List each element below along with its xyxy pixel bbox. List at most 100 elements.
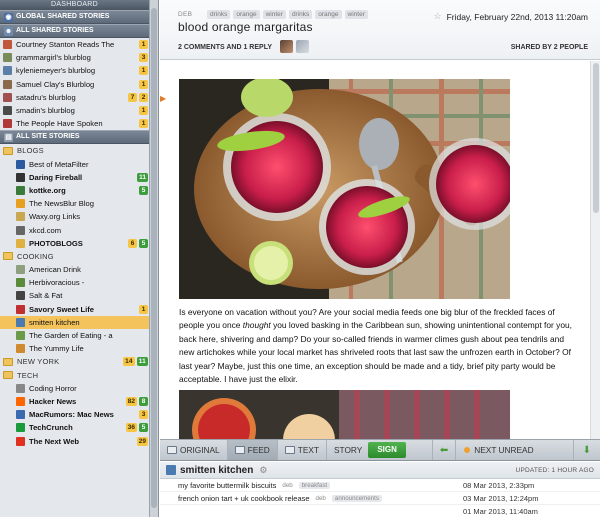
story-view-button[interactable]: STORY	[327, 440, 364, 460]
feed-item[interactable]: Waxy.org Links	[0, 210, 149, 223]
feed-favicon-icon	[16, 436, 25, 446]
arrow-down-icon: ⬇	[582, 444, 591, 456]
story-list: smitten kitchen ⚙ UPDATED: 1 HOUR AGO my…	[160, 462, 600, 517]
feed-title: The People Have Spoken	[16, 119, 103, 129]
story-list-row[interactable]: 01 Mar 2013, 11:40am	[160, 505, 600, 517]
sidebar-scrollbar-thumb[interactable]	[151, 8, 157, 508]
feed-view-button[interactable]: FEED	[227, 440, 278, 460]
feed-item[interactable]: Daring Fireball 11	[0, 171, 149, 184]
story-tag[interactable]: winter	[344, 10, 368, 19]
avatar[interactable]	[296, 40, 309, 53]
story-scrollbar[interactable]	[590, 61, 600, 439]
focus-count-badge: 11	[136, 357, 148, 367]
story-tag[interactable]: winter	[262, 10, 286, 19]
feed-item[interactable]: The Next Web 29	[0, 434, 149, 447]
unread-count-badge: 14	[123, 357, 135, 367]
all-site-stories-header[interactable]: ▤ ALL SITE STORIES	[0, 130, 149, 145]
all-shared-stories-header[interactable]: ☻ ALL SHARED STORIES	[0, 24, 149, 38]
unread-count-badge: 1	[139, 304, 148, 314]
social-feed-list: Courtney Stanton Reads The 1 grammargirl's…	[0, 38, 149, 130]
feed-item[interactable]: Courtney Stanton Reads The 1	[0, 38, 149, 51]
story-tag[interactable]: orange	[315, 10, 342, 19]
feed-item[interactable]: kottke.org 5	[0, 184, 149, 197]
feed-item[interactable]: kyleniemeyer's blurblog 1	[0, 64, 149, 77]
story-list-header: smitten kitchen ⚙ UPDATED: 1 HOUR AGO	[160, 462, 600, 479]
caret-right-icon: ▶	[160, 94, 167, 103]
previous-story-button[interactable]: ⬅	[431, 440, 457, 460]
dashboard-link[interactable]: DASHBOARD	[0, 0, 149, 10]
feed-title: Herbivoracious -	[29, 278, 85, 288]
story-list-feed-title[interactable]: smitten kitchen	[180, 465, 253, 476]
folder-blogs[interactable]: BLOGS	[0, 144, 149, 157]
folder-tech[interactable]: TECH	[0, 369, 149, 382]
mark-read-down-button[interactable]: ⬇	[572, 440, 600, 460]
feed-item[interactable]: Herbivoracious -	[0, 276, 149, 289]
feed-item[interactable]: grammargirl's blurblog 3	[0, 51, 149, 64]
feed-item[interactable]: xkcd.com	[0, 223, 149, 236]
feed-title: Savory Sweet Life	[29, 304, 94, 314]
shared-by-count[interactable]: SHARED BY 2 PEOPLE	[511, 44, 588, 51]
feed-item[interactable]: Salt & Fat	[0, 289, 149, 302]
story-row-tag: breakfast	[298, 481, 331, 489]
feed-item[interactable]: The NewsBlur Blog	[0, 197, 149, 210]
tech-feed-list: Coding Horror Hacker News 82 8 MacRumors: Ma…	[0, 382, 149, 448]
story-content: ▶ Is everyone on vacation without you? A…	[160, 61, 600, 439]
feed-item[interactable]: Best of MetaFilter	[0, 158, 149, 171]
unread-count-badge: 1	[139, 79, 148, 89]
story-body: Is everyone on vacation without you? Are…	[179, 306, 579, 386]
story-author[interactable]: DEB	[178, 11, 192, 18]
focus-count-badge: 8	[139, 396, 148, 406]
feed-favicon-icon	[3, 106, 12, 116]
story-scrollbar-thumb[interactable]	[593, 63, 599, 213]
feed-item[interactable]: TechCrunch 36 5	[0, 421, 149, 434]
feed-item[interactable]: smitten kitchen	[0, 315, 149, 329]
feed-favicon-icon	[16, 199, 25, 209]
story-row-title: my favorite buttermilk biscuits	[178, 480, 277, 490]
star-icon[interactable]: ☆	[433, 11, 441, 22]
feed-item[interactable]: PHOTOBLOGS 6 5	[0, 237, 149, 250]
story-list-row[interactable]: french onion tart + uk cookbook release …	[160, 492, 600, 505]
feed-item[interactable]: Savory Sweet Life 1	[0, 303, 149, 316]
story-tag[interactable]: orange	[233, 10, 260, 19]
story-tag[interactable]: drinks	[288, 10, 313, 19]
gear-icon[interactable]: ⚙	[259, 465, 267, 476]
feed-updated-time: UPDATED: 1 HOUR AGO	[515, 466, 594, 474]
next-unread-button[interactable]: NEXT UNREAD	[456, 440, 541, 460]
unread-count-badge: 7	[128, 92, 137, 102]
feed-item[interactable]: Hacker News 82 8	[0, 395, 149, 408]
story-comments-count[interactable]: 2 COMMENTS AND 1 REPLY	[178, 44, 272, 51]
folder-new-york[interactable]: NEW YORK 14 11	[0, 355, 149, 368]
global-shared-stories-label: GLOBAL SHARED STORIES	[16, 13, 110, 20]
feed-item[interactable]: The People Have Spoken 1	[0, 117, 149, 130]
unread-count-badge: 3	[139, 53, 148, 63]
feed-item[interactable]: American Drink	[0, 263, 149, 276]
story-date-area: ☆ Friday, February 22nd, 2013 11:20am	[433, 11, 588, 22]
feed-item[interactable]: MacRumors: Mac News 3	[0, 408, 149, 421]
all-site-stories-label: ALL SITE STORIES	[16, 133, 80, 141]
feed-title: xkcd.com	[29, 225, 62, 235]
folder-cooking[interactable]: COOKING	[0, 250, 149, 263]
story-list-row[interactable]: my favorite buttermilk biscuits deb brea…	[160, 479, 600, 492]
story-title[interactable]: blood orange margaritas	[178, 20, 313, 34]
focus-count-badge: 5	[139, 185, 148, 195]
folder-icon	[3, 357, 13, 366]
story-tag[interactable]: drinks	[207, 10, 231, 19]
story-row-date: 01 Mar 2013, 11:40am	[463, 506, 538, 516]
feed-item[interactable]: The Yummy Life	[0, 342, 149, 355]
feed-item[interactable]: The Garden of Eating - a	[0, 329, 149, 342]
feed-favicon-icon	[166, 465, 176, 475]
avatar[interactable]	[280, 40, 293, 53]
original-view-button[interactable]: ORIGINAL	[160, 440, 228, 460]
sidebar-scrollbar[interactable]	[150, 0, 159, 517]
feed-item[interactable]: Samuel Clay's Blurblog 1	[0, 78, 149, 91]
folder-icon	[3, 146, 13, 155]
feed-favicon-icon	[16, 410, 25, 420]
unread-count-badge: 6	[128, 238, 137, 248]
global-shared-stories-header[interactable]: ◉ GLOBAL SHARED STORIES	[0, 10, 149, 24]
feed-item[interactable]: smadin's blurblog 1	[0, 104, 149, 117]
text-view-button[interactable]: TEXT	[278, 440, 328, 460]
feed-item[interactable]: Coding Horror	[0, 382, 149, 395]
feed-item[interactable]: satadru's blurblog 7 2	[0, 91, 149, 104]
feed-favicon-icon	[16, 159, 25, 169]
sign-up-button[interactable]: SIGN	[368, 442, 406, 458]
